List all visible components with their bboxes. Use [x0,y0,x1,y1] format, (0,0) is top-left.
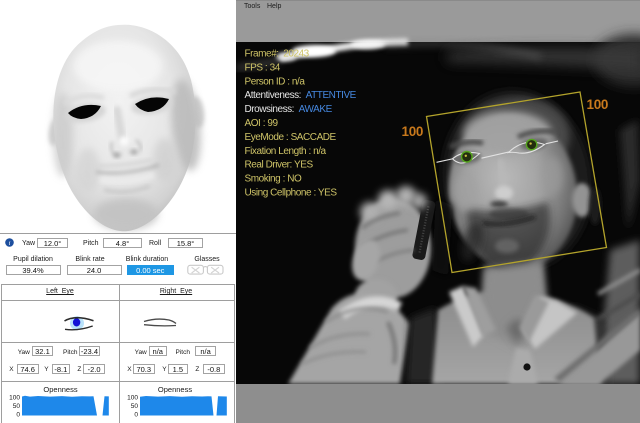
svg-text:Smoking : NO: Smoking : NO [245,174,303,185]
svg-text:EyeMode : SACCADE: EyeMode : SACCADE [245,132,337,143]
svg-text:Drowsiness: AWAKE: Drowsiness: AWAKE [245,104,333,115]
svg-text:Person ID : n/a: Person ID : n/a [245,76,306,87]
svg-text:50: 50 [131,403,139,410]
svg-text:100: 100 [127,395,138,402]
svg-text:AOI : 99: AOI : 99 [245,118,279,129]
svg-text:100: 100 [9,395,20,402]
svg-text:Frame#: 20243: Frame#: 20243 [245,49,310,60]
svg-text:i: i [9,240,11,247]
svg-text:Tools: Tools [244,3,261,10]
svg-text:0: 0 [134,412,138,419]
svg-text:Fixation Length : n/a: Fixation Length : n/a [245,146,327,157]
svg-text:Real Driver: YES: Real Driver: YES [245,160,314,171]
svg-text:FPS : 34: FPS : 34 [245,62,281,73]
svg-text:100: 100 [402,124,424,139]
svg-text:0: 0 [16,412,20,419]
svg-text:Attentiveness: ATTENTIVE: Attentiveness: ATTENTIVE [245,90,357,101]
svg-text:Help: Help [267,3,282,10]
svg-text:Using Cellphone : YES: Using Cellphone : YES [245,188,338,199]
svg-text:50: 50 [13,403,21,410]
svg-text:100: 100 [587,97,609,112]
